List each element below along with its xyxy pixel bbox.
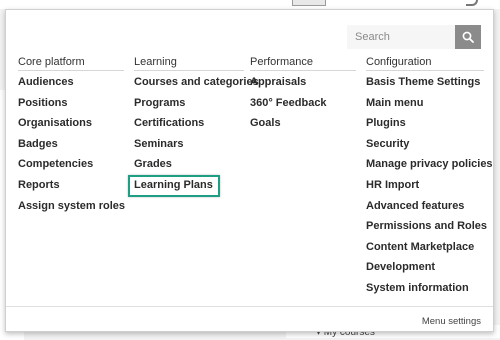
menu-item-main-menu[interactable]: Main menu: [366, 97, 484, 118]
menu-item-system-information[interactable]: System information: [366, 282, 484, 303]
menu-item-competencies[interactable]: Competencies: [18, 158, 124, 179]
menu-item-certifications[interactable]: Certifications: [134, 117, 244, 138]
menu-search: [347, 25, 481, 49]
menu-item-content-marketplace[interactable]: Content Marketplace: [366, 241, 484, 262]
menu-item-organisations[interactable]: Organisations: [18, 117, 124, 138]
menu-item-goals[interactable]: Goals: [250, 117, 356, 138]
menu-item-advanced-features[interactable]: Advanced features: [366, 200, 484, 221]
menu-item-development[interactable]: Development: [366, 261, 484, 282]
header-tab[interactable]: [292, 0, 326, 6]
menu-item-plugins[interactable]: Plugins: [366, 117, 484, 138]
menu-item-assign-system-roles[interactable]: Assign system roles: [18, 200, 125, 221]
menu-item-security[interactable]: Security: [366, 138, 484, 159]
menu-item-courses-and-categories[interactable]: Courses and categories: [134, 76, 259, 97]
search-button[interactable]: [455, 25, 481, 49]
search-input[interactable]: [347, 25, 455, 49]
menu-item-basis-theme-settings[interactable]: Basis Theme Settings: [366, 76, 484, 97]
page-header-background: [0, 0, 500, 9]
menu-item-manage-privacy-policies[interactable]: Manage privacy policies: [366, 158, 493, 179]
highlight-box[interactable]: Learning Plans: [128, 174, 220, 197]
column-divider: [366, 70, 484, 71]
menu-settings-link[interactable]: Menu settings: [422, 316, 481, 327]
admin-menu-dropdown: Core platform Audiences Positions Organi…: [5, 9, 494, 332]
footer-divider: [6, 306, 493, 307]
search-icon: [462, 31, 474, 43]
menu-item-learning-plans[interactable]: Learning Plans: [128, 174, 244, 200]
menu-item-permissions-and-roles[interactable]: Permissions and Roles: [366, 220, 487, 241]
menu-item-hr-import[interactable]: HR Import: [366, 179, 484, 200]
column-configuration: Configuration Basis Theme Settings Main …: [366, 56, 493, 303]
column-divider: [18, 70, 124, 71]
menu-item-seminars[interactable]: Seminars: [134, 138, 244, 159]
menu-item-appraisals[interactable]: Appraisals: [250, 76, 356, 97]
column-heading: Learning: [134, 56, 177, 68]
column-divider: [250, 70, 356, 71]
menu-item-360-feedback[interactable]: 360° Feedback: [250, 97, 356, 118]
column-learning: Learning Courses and categories Programs…: [128, 56, 259, 200]
menu-item-badges[interactable]: Badges: [18, 138, 124, 159]
column-heading: Core platform: [18, 56, 85, 68]
column-core-platform: Core platform Audiences Positions Organi…: [18, 56, 125, 221]
column-divider: [134, 70, 244, 71]
menu-item-audiences[interactable]: Audiences: [18, 76, 124, 97]
column-heading: Performance: [250, 56, 313, 68]
menu-item-programs[interactable]: Programs: [134, 97, 244, 118]
column-heading: Configuration: [366, 56, 432, 68]
menu-item-reports[interactable]: Reports: [18, 179, 124, 200]
column-performance: Performance Appraisals 360° Feedback Goa…: [250, 56, 356, 138]
menu-item-positions[interactable]: Positions: [18, 97, 124, 118]
